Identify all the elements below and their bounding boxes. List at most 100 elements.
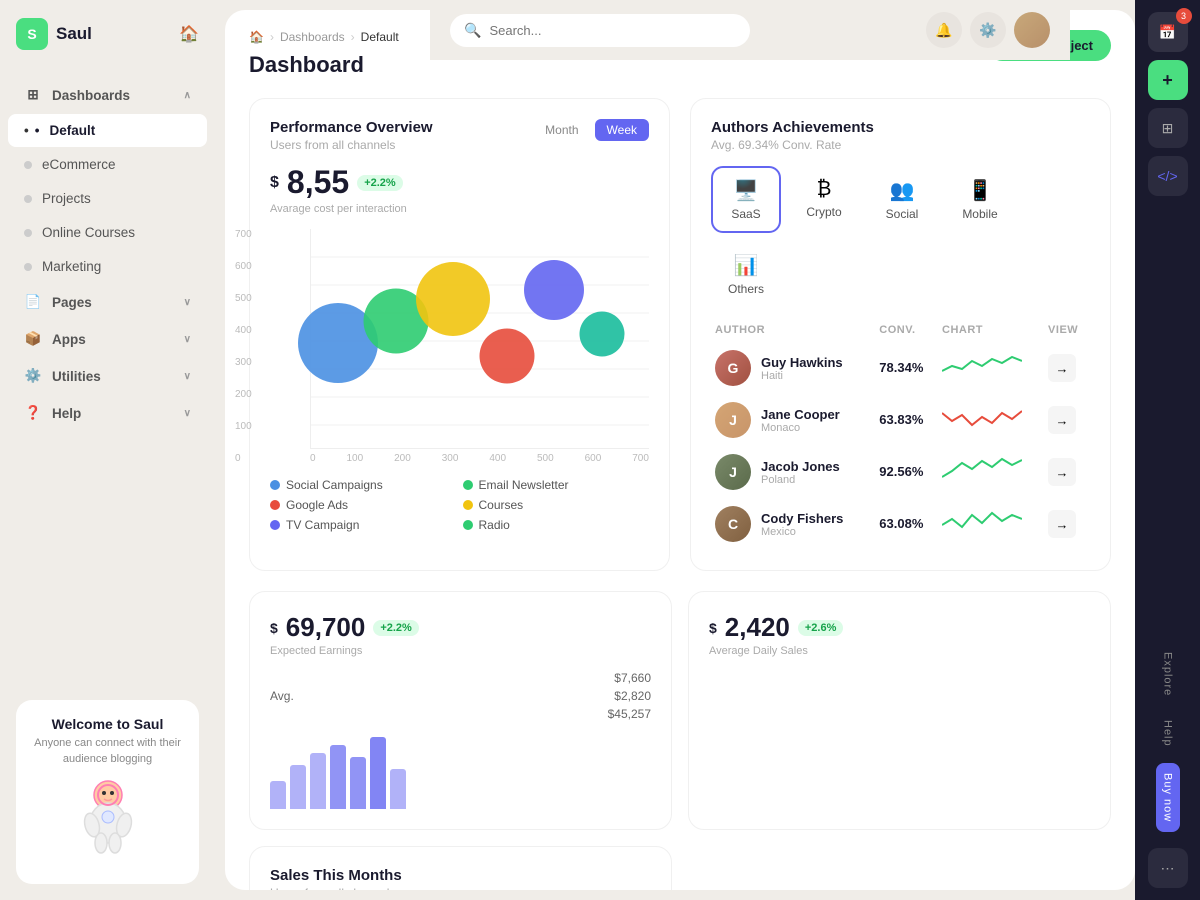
sidebar-toggle-button[interactable]: 🏠 — [179, 24, 199, 44]
bar-3 — [310, 753, 326, 809]
tab-week[interactable]: Week — [595, 119, 649, 141]
view-button-2[interactable]: → — [1048, 406, 1076, 434]
search-box[interactable]: 🔍 — [450, 14, 750, 47]
social-icon: 👥 — [890, 178, 915, 203]
author-avatar-2: J — [715, 402, 751, 438]
sales-month-subtitle: Users from all channels — [270, 886, 651, 890]
sidebar: S Saul 🏠 ⊞ Dashboards ∧ • Default eComme… — [0, 0, 215, 900]
code-button[interactable]: </> — [1148, 156, 1188, 196]
dashboards-label: Dashboards — [52, 88, 174, 103]
sidebar-header: S Saul 🏠 — [0, 0, 215, 68]
apps-label: Apps — [52, 332, 174, 347]
buy-now-button[interactable]: Buy now — [1156, 763, 1180, 832]
earnings-label: Expected Earnings — [270, 645, 651, 657]
sparkline-3 — [942, 455, 1022, 485]
dashboards-arrow-icon: ∧ — [184, 90, 191, 101]
pages-icon: 📄 — [24, 293, 42, 311]
utilities-arrow-icon: ∨ — [184, 371, 191, 382]
pages-label: Pages — [52, 295, 174, 310]
online-courses-dot-icon — [24, 229, 32, 237]
tab-month[interactable]: Month — [533, 119, 590, 141]
topbar: 🔍 🔔 ⚙️ — [430, 0, 1070, 60]
sidebar-item-apps[interactable]: 📦 Apps ∨ — [8, 321, 207, 357]
sparkline-4 — [942, 507, 1022, 537]
help-label-right: Help — [1162, 720, 1174, 747]
conv-rate-2: 63.83% — [879, 412, 923, 427]
grid-button[interactable]: ⊞ — [1148, 108, 1188, 148]
daily-sales-label: Average Daily Sales — [709, 645, 1090, 657]
view-button-1[interactable]: → — [1048, 354, 1076, 382]
more-button[interactable]: ⋯ — [1148, 848, 1188, 888]
daily-sales-value: $ 2,420 +2.6% — [709, 612, 1090, 643]
social-label: Social — [886, 207, 919, 221]
col-author: AUTHOR — [711, 318, 875, 342]
sidebar-item-utilities[interactable]: ⚙️ Utilities ∨ — [8, 358, 207, 394]
legend-dot-tv — [270, 520, 280, 530]
authors-subtitle: Avg. 69.34% Conv. Rate — [711, 138, 874, 152]
sales-month-card: Sales This Months Users from all channel… — [249, 846, 672, 890]
apps-arrow-icon: ∨ — [184, 334, 191, 345]
mobile-label: Mobile — [962, 207, 997, 221]
crypto-label: Crypto — [806, 205, 841, 219]
daily-sales-badge: +2.6% — [798, 620, 844, 636]
earnings-value: $ 69,700 +2.2% — [270, 612, 651, 643]
app-logo: S — [16, 18, 48, 50]
apps-icon: 📦 — [24, 330, 42, 348]
view-button-3[interactable]: → — [1048, 458, 1076, 486]
saas-icon: 🖥️ — [734, 178, 759, 203]
tab-crypto[interactable]: ₿ Crypto — [789, 166, 859, 233]
explore-label: Explore — [1162, 652, 1174, 696]
user-avatar[interactable] — [1014, 12, 1050, 48]
sidebar-item-marketing[interactable]: Marketing — [8, 250, 207, 283]
sidebar-item-pages[interactable]: 📄 Pages ∨ — [8, 284, 207, 320]
tab-social[interactable]: 👥 Social — [867, 166, 937, 233]
help-arrow-icon: ∨ — [184, 408, 191, 419]
crypto-icon: ₿ — [817, 178, 832, 201]
sidebar-item-online-courses[interactable]: Online Courses — [8, 216, 207, 249]
legend-item-email: Email Newsletter — [463, 478, 650, 492]
performance-tabs: Month Week — [533, 119, 649, 141]
sidebar-item-help[interactable]: ❓ Help ∨ — [8, 395, 207, 431]
search-input[interactable] — [489, 23, 736, 38]
mobile-icon: 📱 — [968, 178, 993, 203]
sidebar-item-default[interactable]: • Default — [8, 114, 207, 147]
earnings-badge: +2.2% — [373, 620, 419, 636]
y-axis: 700 600 500 400 300 200 100 0 — [235, 229, 252, 464]
search-icon: 🔍 — [464, 22, 481, 39]
sidebar-item-ecommerce[interactable]: eCommerce — [8, 148, 207, 181]
chart-legend: Social Campaigns Email Newsletter Google… — [270, 478, 649, 532]
author-name-4: Cody Fishers — [761, 511, 843, 526]
topbar-actions: 🔔 ⚙️ — [926, 12, 1050, 48]
table-row: G Guy Hawkins Haiti 78.34% — [711, 342, 1090, 394]
welcome-card: Welcome to Saul Anyone can connect with … — [16, 700, 199, 884]
astronaut-illustration — [68, 775, 148, 855]
performance-overview-card: Performance Overview Users from all chan… — [249, 98, 670, 571]
breadcrumb-dashboards[interactable]: Dashboards — [280, 30, 345, 44]
bar-2 — [290, 765, 306, 809]
table-row: C Cody Fishers Mexico 63.08% — [711, 498, 1090, 550]
performance-badge: +2.2% — [357, 175, 403, 191]
sidebar-item-projects[interactable]: Projects — [8, 182, 207, 215]
author-name-1: Guy Hawkins — [761, 355, 843, 370]
settings-button[interactable]: ⚙️ — [970, 12, 1006, 48]
welcome-title: Welcome to Saul — [32, 716, 183, 732]
marketing-dot-icon — [24, 263, 32, 271]
view-button-4[interactable]: → — [1048, 510, 1076, 538]
performance-value: $ 8,55 +2.2% — [270, 164, 649, 201]
tab-others[interactable]: 📊 Others — [711, 241, 781, 308]
author-avatar-3: J — [715, 454, 751, 490]
help-label: Help — [52, 406, 174, 421]
sidebar-item-dashboards[interactable]: ⊞ Dashboards ∧ — [8, 77, 207, 113]
authors-card-header: Authors Achievements Avg. 69.34% Conv. R… — [711, 119, 1090, 152]
tab-mobile[interactable]: 📱 Mobile — [945, 166, 1015, 233]
sales-month-title: Sales This Months — [270, 867, 651, 884]
legend-item-google: Google Ads — [270, 498, 457, 512]
sparkline-2 — [942, 403, 1022, 433]
notifications-button[interactable]: 🔔 — [926, 12, 962, 48]
tab-saas[interactable]: 🖥️ SaaS — [711, 166, 781, 233]
authors-category-tabs: 🖥️ SaaS ₿ Crypto 👥 Social 📱 — [711, 166, 1090, 308]
home-icon: 🏠 — [249, 30, 264, 44]
author-info-1: G Guy Hawkins Haiti — [715, 350, 871, 386]
marketing-label: Marketing — [42, 259, 191, 274]
add-button[interactable]: + — [1148, 60, 1188, 100]
